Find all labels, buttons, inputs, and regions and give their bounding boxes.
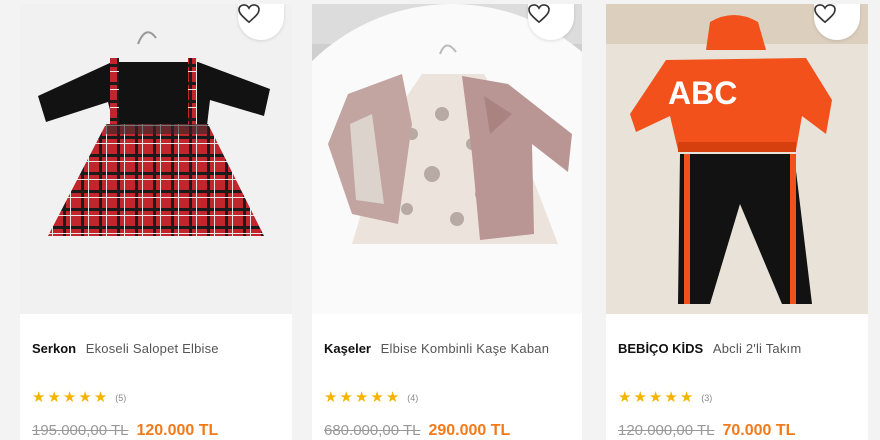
- star-icon: ★: [354, 389, 369, 406]
- star-icon: ★: [324, 389, 338, 406]
- rating: ★ ★ ★ ★ ★ (3): [618, 390, 712, 406]
- product-title[interactable]: Kaşeler Elbise Kombinli Kaşe Kaban: [324, 338, 574, 359]
- product-card[interactable]: ABC BEBİÇO KİDS Abcli 2'li Takım ★ ★ ★ ★…: [606, 4, 868, 440]
- dress-and-coat-image: [312, 4, 582, 314]
- heart-icon: [528, 4, 550, 24]
- star-icon: ★: [339, 389, 353, 406]
- plaid-dress-image: [38, 31, 270, 236]
- sale-price: 120.000 TL: [136, 422, 219, 439]
- price-block: 195.000,00 TL 120.000 TL: [32, 422, 218, 440]
- product-name: Ekoseli Salopet Elbise: [85, 341, 219, 356]
- price-block: 680.000,00 TL 290.000 TL: [324, 422, 510, 440]
- review-count: (3): [701, 393, 713, 403]
- product-info: Serkon Ekoseli Salopet Elbise: [32, 338, 284, 359]
- star-icon: ★: [47, 389, 61, 406]
- star-icon: ★: [618, 389, 632, 406]
- rating: ★ ★ ★ ★ ★ (4): [324, 390, 418, 406]
- product-name: Abcli 2'li Takım: [712, 341, 802, 356]
- product-card[interactable]: Kaşeler Elbise Kombinli Kaşe Kaban ★ ★ ★…: [312, 4, 582, 440]
- abc-hoodie-set-image: ABC: [606, 4, 868, 314]
- product-image[interactable]: [20, 4, 292, 314]
- star-icon: ★: [648, 389, 663, 406]
- sale-price: 290.000 TL: [428, 422, 511, 439]
- star-icon: ★: [370, 389, 384, 406]
- rating: ★ ★ ★ ★ ★ (5): [32, 390, 126, 406]
- hoodie-print-text: ABC: [668, 75, 737, 111]
- heart-icon: [814, 4, 836, 24]
- product-card[interactable]: Serkon Ekoseli Salopet Elbise ★ ★ ★ ★ ★ …: [20, 4, 292, 440]
- product-name: Elbise Kombinli Kaşe Kaban: [380, 341, 550, 356]
- star-icon: ★: [93, 389, 108, 406]
- brand-name: Kaşeler: [324, 341, 371, 356]
- star-icon: ★: [679, 389, 694, 406]
- price-block: 120.000,00 TL 70.000 TL: [618, 422, 795, 440]
- product-info: BEBİÇO KİDS Abcli 2'li Takım: [618, 338, 860, 359]
- star-icon: ★: [78, 389, 92, 406]
- sale-price: 70.000 TL: [722, 422, 796, 439]
- product-grid: Serkon Ekoseli Salopet Elbise ★ ★ ★ ★ ★ …: [0, 0, 880, 440]
- product-info: Kaşeler Elbise Kombinli Kaşe Kaban: [324, 338, 574, 359]
- heart-icon: [238, 4, 260, 24]
- brand-name: BEBİÇO KİDS: [618, 341, 704, 356]
- old-price: 120.000,00 TL: [618, 422, 715, 439]
- star-icon: ★: [385, 389, 400, 406]
- brand-name: Serkon: [32, 341, 77, 356]
- star-icon: ★: [633, 389, 647, 406]
- star-icon: ★: [664, 389, 678, 406]
- star-icon: ★: [32, 389, 46, 406]
- product-image[interactable]: [312, 4, 582, 314]
- old-price: 195.000,00 TL: [32, 422, 129, 439]
- product-image[interactable]: ABC: [606, 4, 868, 314]
- old-price: 680.000,00 TL: [324, 422, 421, 439]
- product-title[interactable]: BEBİÇO KİDS Abcli 2'li Takım: [618, 338, 860, 359]
- product-title[interactable]: Serkon Ekoseli Salopet Elbise: [32, 338, 284, 359]
- star-icon: ★: [62, 389, 77, 406]
- review-count: (4): [407, 393, 419, 403]
- review-count: (5): [115, 393, 127, 403]
